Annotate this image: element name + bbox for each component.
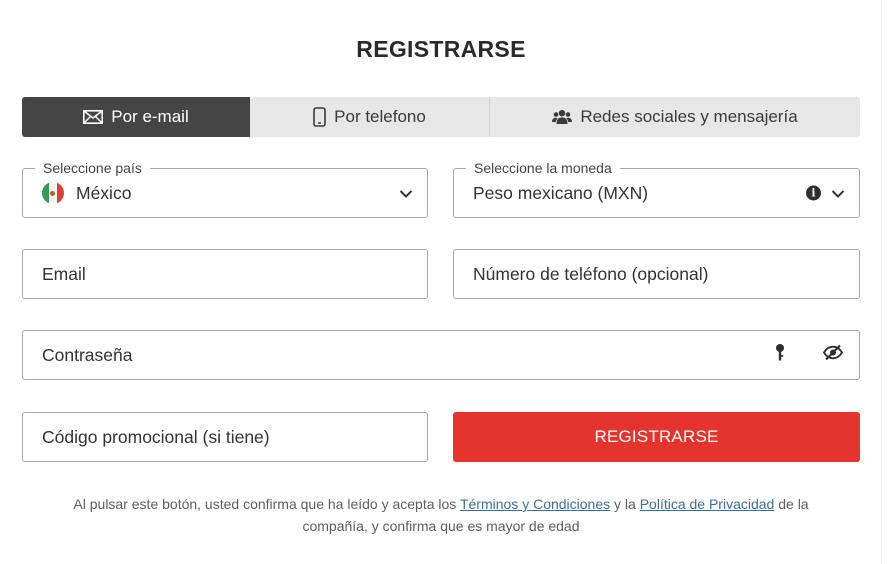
currency-select-value: Peso mexicano (MXN) <box>473 182 649 203</box>
country-select[interactable]: Seleccione país México <box>22 159 428 218</box>
tab-email-label: Por e-mail <box>111 107 189 126</box>
tab-phone[interactable]: Por telefono <box>250 97 489 137</box>
tab-social[interactable]: Redes sociales y mensajería <box>489 97 860 137</box>
legal-notice: Al pulsar este botón, usted confirma que… <box>40 493 842 537</box>
tab-phone-label: Por telefono <box>334 107 426 126</box>
password-placeholder: Contraseña <box>42 344 133 365</box>
legal-text-1: Al pulsar este botón, usted confirma que… <box>73 496 460 512</box>
phone-field[interactable]: Número de teléfono (opcional) <box>453 249 860 299</box>
registration-tabs: Por e-mail Por telefono Redes sociales y… <box>22 97 860 137</box>
chevron-down-icon <box>399 183 413 204</box>
users-icon <box>552 109 573 125</box>
tab-social-label: Redes sociales y mensajería <box>580 107 798 126</box>
currency-select-legend: Seleccione la moneda <box>466 159 620 177</box>
currency-select[interactable]: Seleccione la moneda Peso mexicano (MXN)… <box>453 159 860 218</box>
register-button[interactable]: REGISTRARSE <box>453 412 860 462</box>
chevron-down-icon <box>831 183 845 204</box>
phone-placeholder: Número de teléfono (opcional) <box>473 263 709 284</box>
privacy-link[interactable]: Política de Privacidad <box>640 496 775 512</box>
mexico-flag-icon <box>42 182 64 204</box>
legal-text-2: y la <box>610 496 640 512</box>
password-field[interactable]: Contraseña <box>22 330 860 380</box>
tab-email[interactable]: Por e-mail <box>22 97 250 137</box>
info-icon[interactable]: i <box>806 185 821 201</box>
promo-code-placeholder: Código promocional (si tiene) <box>42 426 270 447</box>
country-select-value: México <box>76 182 132 203</box>
email-placeholder: Email <box>42 263 86 284</box>
page-title: REGISTRARSE <box>356 36 526 62</box>
eye-slash-icon[interactable] <box>822 344 844 366</box>
phone-icon <box>313 107 326 127</box>
registration-panel: REGISTRARSE Por e-mail Por telefono Rede… <box>0 0 882 564</box>
promo-code-field[interactable]: Código promocional (si tiene) <box>22 412 428 462</box>
email-field[interactable]: Email <box>22 249 428 299</box>
envelope-icon <box>83 110 104 124</box>
terms-link[interactable]: Términos y Condiciones <box>460 496 610 512</box>
key-icon[interactable] <box>775 344 785 367</box>
country-select-legend: Seleccione país <box>35 159 150 177</box>
